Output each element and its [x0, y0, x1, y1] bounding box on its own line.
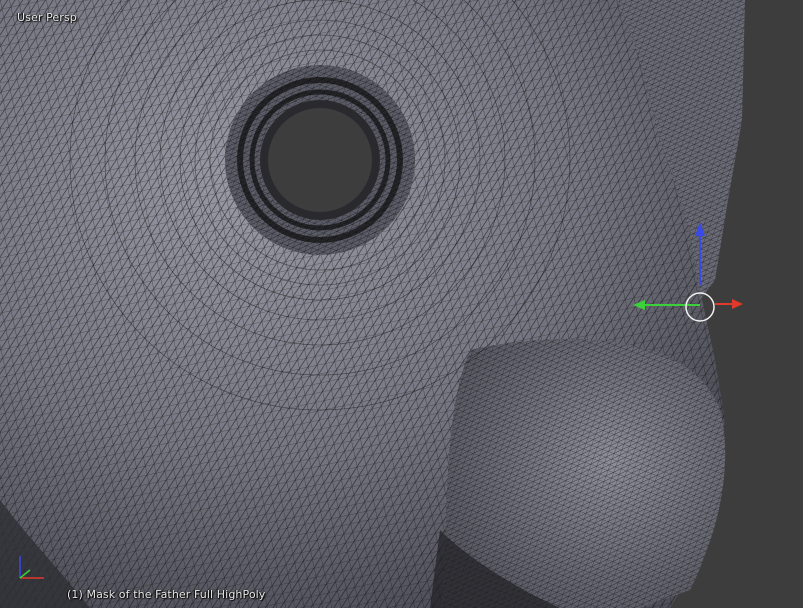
object-label: (1) Mask of the Father Full HighPoly: [67, 588, 266, 601]
xyz-axis-icon: [19, 556, 44, 579]
transform-manipulator-icon[interactable]: [625, 220, 750, 330]
view-label: User Persp: [17, 11, 77, 24]
3d-viewport[interactable]: User Persp (1) Mask of the Father Full H…: [0, 0, 803, 608]
